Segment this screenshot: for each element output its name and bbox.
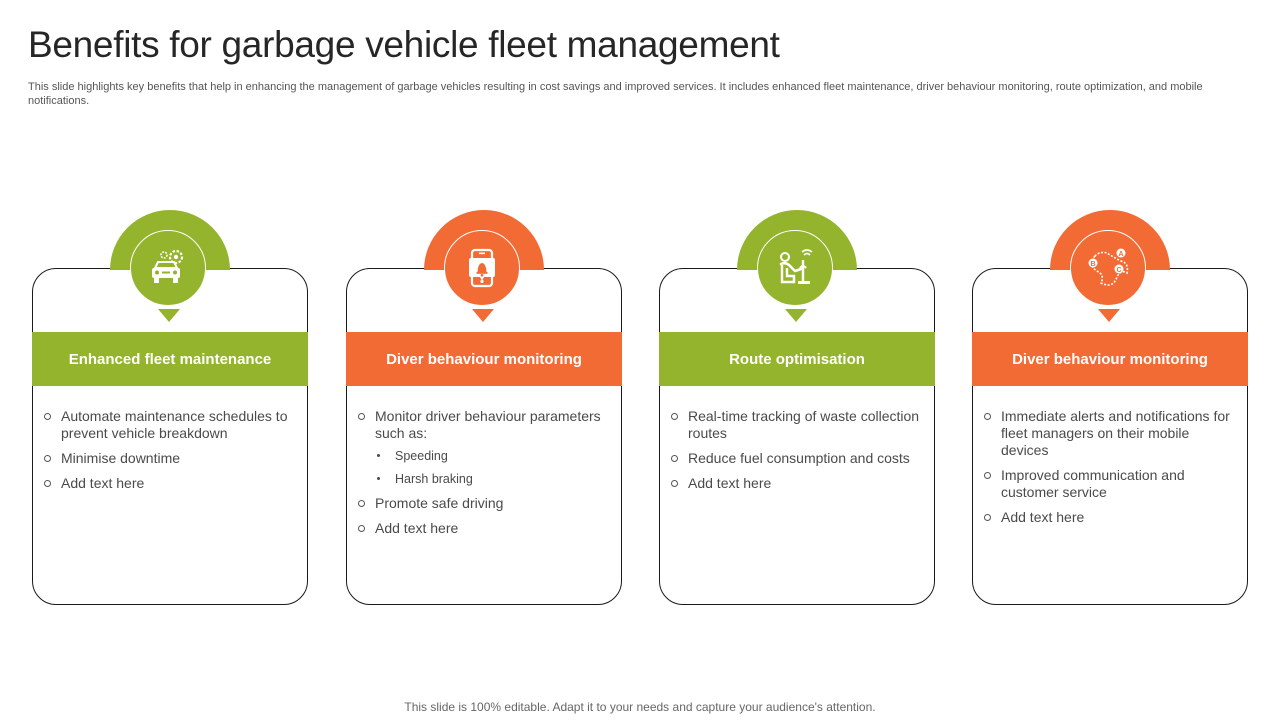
sub-list-item: Speeding bbox=[375, 448, 612, 464]
list-item-text: Monitor driver behaviour parameters such… bbox=[375, 408, 601, 441]
list-item: Improved communication and customer serv… bbox=[982, 467, 1238, 501]
card-pointer bbox=[785, 309, 807, 322]
icon-circle: A B C bbox=[1070, 230, 1146, 306]
sub-list: Speeding Harsh braking bbox=[375, 448, 612, 487]
benefit-card-fleet-maintenance: Enhanced fleet maintenance Automate main… bbox=[32, 210, 308, 606]
page-title: Benefits for garbage vehicle fleet manag… bbox=[28, 24, 780, 65]
benefit-card-mobile-notifications: A B C Diver behaviour monitoring Immedia… bbox=[972, 210, 1248, 606]
card-heading: Route optimisation bbox=[659, 332, 935, 386]
list-item: Minimise downtime bbox=[42, 450, 298, 467]
route-label: A bbox=[1118, 251, 1123, 258]
list-item: Reduce fuel consumption and costs bbox=[669, 450, 925, 467]
list-item: Immediate alerts and notifications for f… bbox=[982, 408, 1238, 459]
card-heading: Diver behaviour monitoring bbox=[972, 332, 1248, 386]
benefit-card-route-optimisation: Route optimisation Real-time tracking of… bbox=[659, 210, 935, 606]
card-pointer bbox=[158, 309, 180, 322]
icon-circle bbox=[444, 230, 520, 306]
list-item: Promote safe driving bbox=[356, 495, 612, 512]
footer-note: This slide is 100% editable. Adapt it to… bbox=[404, 700, 876, 714]
route-map-icon: A B C bbox=[1088, 248, 1129, 286]
route-label: C bbox=[1116, 267, 1121, 274]
driver-steering-icon bbox=[779, 249, 813, 284]
icon-circle bbox=[130, 230, 206, 306]
page-subtitle: This slide highlights key benefits that … bbox=[28, 81, 1203, 107]
card-pointer bbox=[1098, 309, 1120, 322]
card-pointer bbox=[472, 309, 494, 322]
list-item: Monitor driver behaviour parameters such… bbox=[356, 408, 612, 487]
mobile-alert-icon bbox=[469, 248, 495, 288]
benefit-card-behaviour-monitoring: Diver behaviour monitoring Monitor drive… bbox=[346, 210, 622, 606]
card-items: Automate maintenance schedules to preven… bbox=[42, 408, 298, 500]
list-item: Add text here bbox=[669, 475, 925, 492]
card-items: Immediate alerts and notifications for f… bbox=[982, 408, 1238, 534]
list-item: Add text here bbox=[982, 509, 1238, 526]
list-item: Add text here bbox=[42, 475, 298, 492]
list-item: Add text here bbox=[356, 520, 612, 537]
list-item: Real-time tracking of waste collection r… bbox=[669, 408, 925, 442]
route-label: B bbox=[1090, 261, 1095, 268]
list-item: Automate maintenance schedules to preven… bbox=[42, 408, 298, 442]
card-heading: Diver behaviour monitoring bbox=[346, 332, 622, 386]
sub-list-item: Harsh braking bbox=[375, 471, 612, 487]
icon-circle bbox=[757, 230, 833, 306]
card-items: Real-time tracking of waste collection r… bbox=[669, 408, 925, 500]
card-items: Monitor driver behaviour parameters such… bbox=[356, 408, 612, 545]
card-heading: Enhanced fleet maintenance bbox=[32, 332, 308, 386]
car-gear-icon bbox=[152, 249, 184, 283]
